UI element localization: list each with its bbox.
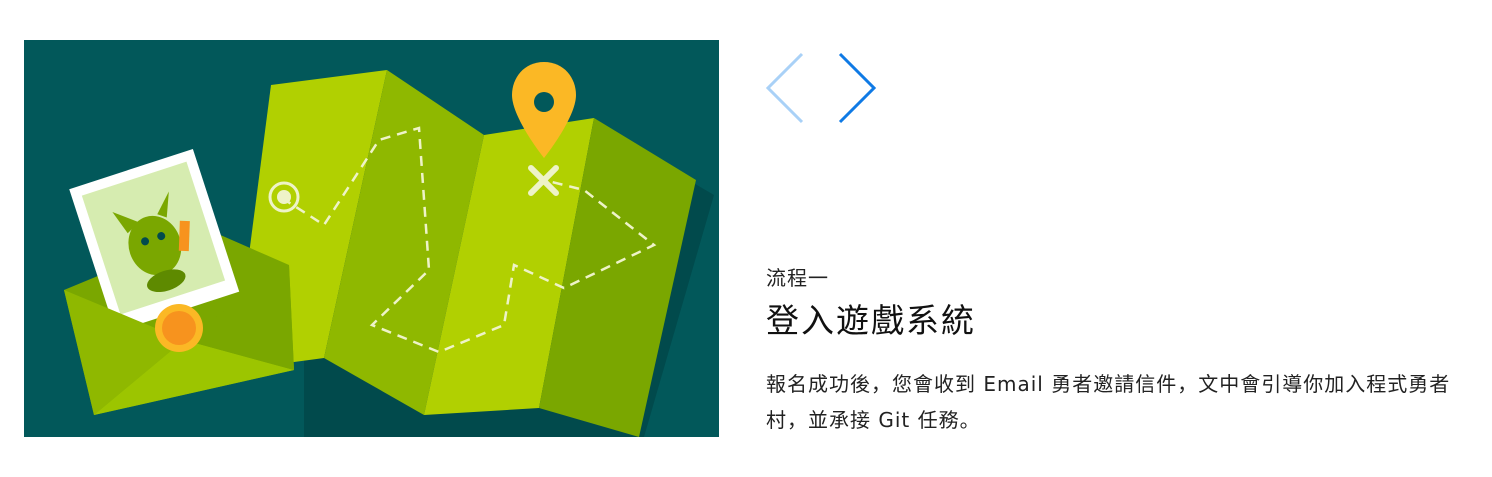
chevron-left-icon bbox=[765, 52, 804, 124]
journey-illustration bbox=[24, 40, 719, 437]
prev-button[interactable] bbox=[764, 50, 806, 126]
step-title: 登入遊戲系統 bbox=[766, 301, 976, 340]
chevron-right-icon bbox=[838, 52, 877, 124]
carousel-nav bbox=[764, 50, 878, 126]
step-label: 流程一 bbox=[766, 266, 829, 290]
step-description: 報名成功後，您會收到 Email 勇者邀請信件，文中會引導你加入程式勇者村，並承… bbox=[766, 372, 1451, 432]
next-button[interactable] bbox=[836, 50, 878, 126]
